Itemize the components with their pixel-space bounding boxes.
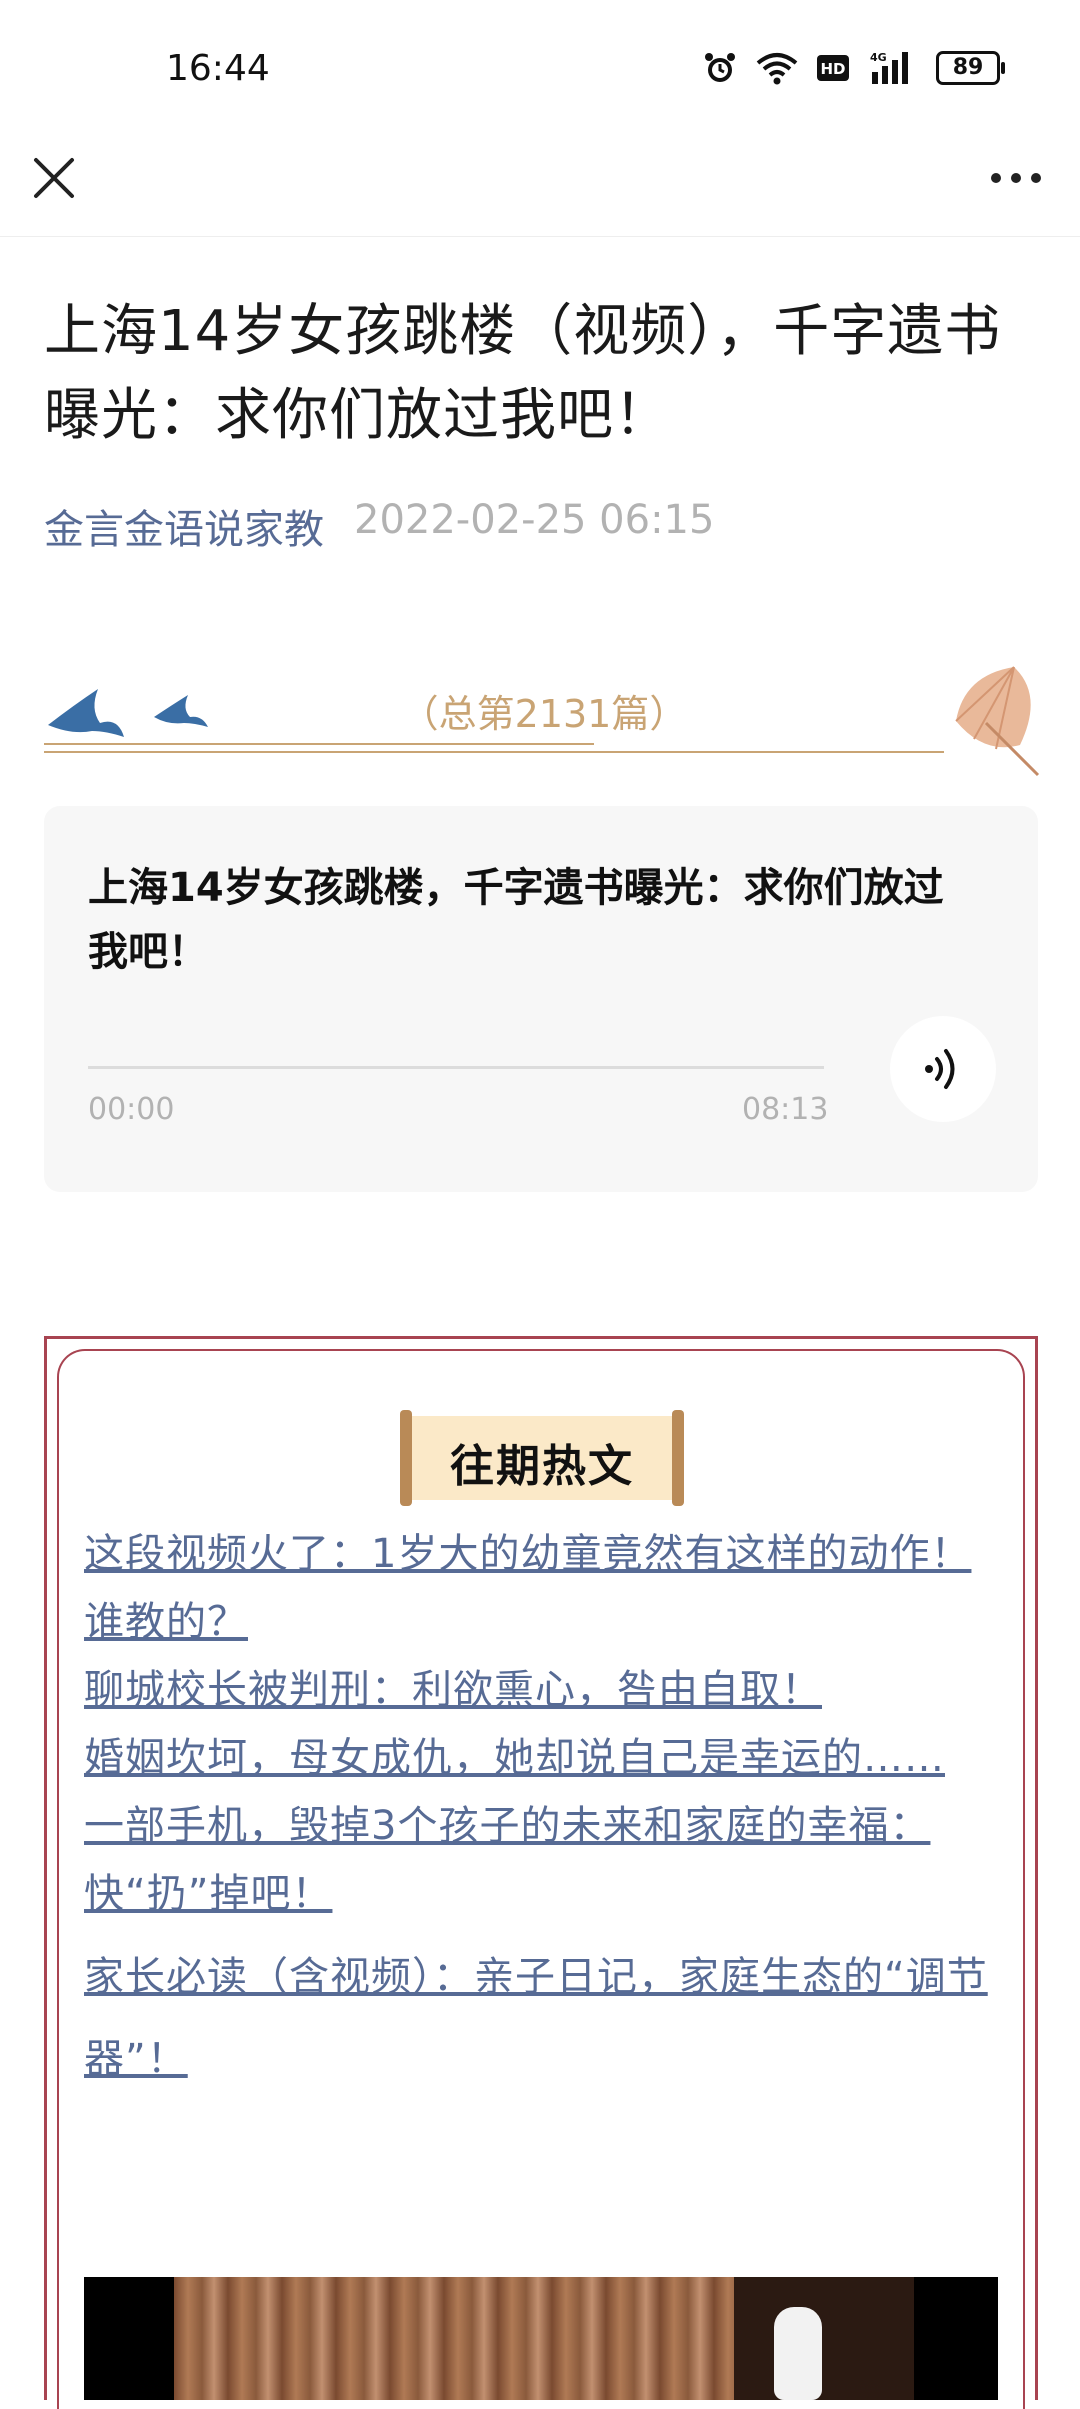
close-button[interactable] (26, 150, 82, 206)
nav-bar (0, 140, 1080, 237)
svg-text:4G: 4G (870, 51, 887, 64)
audio-duration: 08:13 (742, 1092, 829, 1127)
status-bar: 16:44 HD 4G 89 (0, 0, 1080, 140)
signal-icon: 4G (868, 50, 918, 86)
video-thumbnail[interactable] (84, 2277, 998, 2400)
hot-article-link[interactable]: 聊城校长被判刑：利欲熏心，咎由自取！ (84, 1656, 1000, 1724)
more-dot-icon (991, 173, 1001, 183)
alarm-icon (702, 50, 738, 86)
video-vase-image (774, 2307, 822, 2400)
more-dot-icon (1031, 173, 1041, 183)
audio-player-card[interactable]: 上海14岁女孩跳楼，千字遗书曝光：求你们放过我吧！ 00:00 08:13 (44, 806, 1038, 1192)
issue-number-label: （总第2131篇） (400, 692, 688, 736)
hot-article-link[interactable]: 婚姻坎坷，母女成仇，她却说自己是幸运的…… (84, 1724, 1000, 1792)
hot-article-link[interactable]: 一部手机，毁掉3个孩子的未来和家庭的幸福：快“扔”掉吧！ (84, 1792, 1000, 1928)
close-icon (34, 158, 74, 198)
status-icons: HD 4G 89 (702, 50, 1005, 86)
hot-article-link[interactable]: 家长必读（含视频）：亲子日记，家庭生态的“调节器”！ (84, 1936, 1000, 2100)
battery-indicator: 89 (936, 51, 1005, 85)
more-options-button[interactable] (980, 158, 1052, 198)
audio-current-time: 00:00 (88, 1092, 175, 1127)
publish-date: 2022-02-25 06:15 (354, 497, 715, 543)
hd-icon: HD (816, 54, 850, 82)
video-curtain-image (174, 2277, 734, 2400)
article-title: 上海14岁女孩跳楼（视频），千字遗书曝光：求你们放过我吧！ (44, 299, 1002, 448)
audio-title: 上海14岁女孩跳楼，千字遗书曝光：求你们放过我吧！ (88, 865, 944, 975)
audio-progress-bar[interactable] (88, 1066, 824, 1069)
hot-articles-heading-banner: 往期热文 (400, 1410, 684, 1506)
issue-ornament: （总第2131篇） (44, 665, 1044, 780)
hot-article-link[interactable]: 这段视频火了：1岁大的幼童竟然有这样的动作！谁教的？ (84, 1520, 1000, 1656)
article-meta: 金言金语说家教 2022-02-25 06:15 (44, 497, 714, 555)
hot-articles-list: 这段视频火了：1岁大的幼童竟然有这样的动作！谁教的？ 聊城校长被判刑：利欲熏心，… (84, 1520, 1000, 2100)
more-dot-icon (1011, 173, 1021, 183)
status-time: 16:44 (166, 48, 270, 89)
wifi-icon (756, 51, 798, 85)
video-wall-image (734, 2277, 914, 2400)
umbrella-icon (955, 666, 1040, 777)
speaker-wave-icon (925, 1049, 955, 1089)
svg-text:HD: HD (820, 60, 845, 78)
author-link[interactable]: 金言金语说家教 (44, 497, 324, 555)
hot-articles-heading: 往期热文 (450, 1441, 634, 1492)
audio-play-button[interactable] (890, 1016, 996, 1122)
